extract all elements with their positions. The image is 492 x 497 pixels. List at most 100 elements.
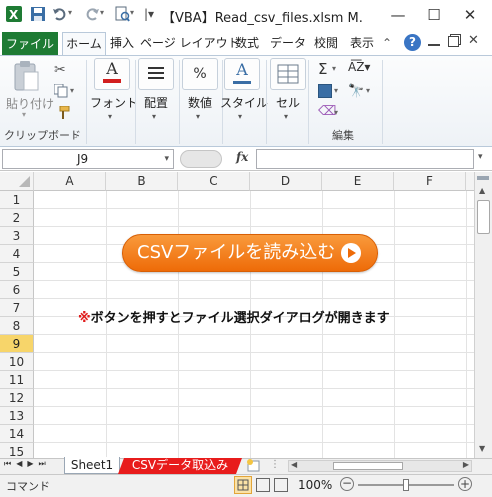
row-header[interactable]: 10 [0, 353, 34, 371]
scroll-right-icon[interactable]: ▶ [463, 460, 469, 469]
number-format-button[interactable]: % [182, 58, 218, 90]
expand-formula-bar-icon[interactable]: ▾ [478, 152, 483, 162]
formula-input[interactable] [256, 149, 474, 169]
row-header[interactable]: 1 [0, 191, 34, 209]
h-scroll-thumb[interactable] [333, 462, 403, 470]
font-button[interactable]: A [94, 58, 130, 90]
number-label[interactable]: 数値 [180, 94, 220, 111]
zoom-in-icon[interactable]: + [458, 477, 472, 491]
close-button[interactable]: ✕ [452, 2, 488, 28]
row-header[interactable]: 2 [0, 209, 34, 227]
scroll-left-icon[interactable]: ◀ [291, 460, 297, 469]
minimize-button[interactable]: — [380, 2, 416, 28]
scroll-thumb[interactable] [477, 200, 490, 234]
column-header[interactable]: D [250, 172, 322, 191]
find-select-icon[interactable]: 🔭 [348, 84, 364, 99]
tab-file[interactable]: ファイル [2, 32, 58, 56]
clipboard-launcher-icon[interactable]: ⌟ [74, 130, 78, 139]
row-header[interactable]: 8 [0, 317, 34, 335]
alignment-dropdown-icon[interactable]: ▾ [152, 112, 156, 121]
row-header[interactable]: 12 [0, 389, 34, 407]
select-all-corner[interactable] [0, 172, 34, 191]
tab-view[interactable]: 表示 [348, 32, 376, 56]
autosum-icon[interactable]: Σ [318, 60, 327, 78]
cut-icon[interactable]: ✂ [54, 62, 66, 78]
zoom-slider-thumb[interactable] [403, 479, 409, 491]
maximize-button[interactable]: ☐ [416, 2, 452, 28]
scroll-down-icon[interactable]: ▼ [479, 444, 485, 453]
tab-review[interactable]: 校閲 [312, 32, 340, 56]
undo-dropdown-icon[interactable]: ▾ [68, 8, 72, 17]
insert-sheet-icon[interactable] [246, 459, 262, 472]
tab-insert[interactable]: 挿入 [108, 32, 136, 56]
customize-qat-icon[interactable]: |▾ [144, 7, 154, 21]
formula-splitter-handle[interactable] [180, 150, 222, 168]
collapse-ribbon-icon[interactable]: ⌃ [382, 36, 392, 50]
column-header[interactable]: C [178, 172, 250, 191]
sheet-tab-csv-data[interactable]: CSVデータ取込み [118, 458, 242, 474]
zoom-level[interactable]: 100% [298, 478, 332, 492]
page-layout-view-icon[interactable] [256, 478, 270, 492]
cells-button[interactable] [270, 58, 306, 90]
row-header[interactable]: 9 [0, 335, 34, 353]
sort-filter-icon[interactable]: A͞Z▾ [348, 60, 370, 74]
fill-icon[interactable] [318, 84, 332, 98]
copy-dropdown-icon[interactable]: ▾ [70, 86, 74, 95]
row-header[interactable]: 7 [0, 299, 34, 317]
preview-dropdown-icon[interactable]: ▾ [130, 8, 134, 17]
row-header[interactable]: 3 [0, 227, 34, 245]
styles-button[interactable]: A [224, 58, 260, 90]
fill-dropdown-icon[interactable]: ▾ [334, 86, 338, 95]
insert-function-icon[interactable]: fx [236, 150, 248, 164]
csv-import-button[interactable]: CSVファイルを読み込む [122, 234, 378, 272]
styles-label[interactable]: スタイル [220, 94, 268, 111]
horizontal-scrollbar[interactable]: ◀ ▶ [288, 460, 472, 472]
column-header[interactable]: A [34, 172, 106, 191]
redo-dropdown-icon[interactable]: ▾ [100, 8, 104, 17]
tab-data[interactable]: データ [270, 32, 306, 56]
clear-dropdown-icon[interactable]: ▾ [334, 108, 338, 117]
vertical-scrollbar[interactable]: ▲ ▼ [474, 172, 492, 458]
help-icon[interactable]: ? [404, 34, 421, 51]
autosum-dropdown-icon[interactable]: ▾ [332, 64, 336, 73]
scroll-up-icon[interactable]: ▲ [479, 186, 485, 195]
column-header-partial[interactable] [466, 172, 474, 191]
save-icon[interactable] [30, 6, 46, 22]
alignment-label[interactable]: 配置 [136, 94, 176, 111]
workbook-minimize-icon[interactable] [428, 36, 440, 46]
row-header[interactable]: 4 [0, 245, 34, 263]
format-painter-icon[interactable] [54, 105, 70, 120]
font-label[interactable]: フォント [90, 94, 138, 111]
row-header[interactable]: 13 [0, 407, 34, 425]
print-preview-icon[interactable] [114, 6, 130, 22]
page-break-view-icon[interactable] [274, 478, 288, 492]
zoom-out-icon[interactable]: − [340, 477, 354, 491]
name-box-dropdown-icon[interactable]: ▾ [164, 150, 169, 168]
split-box[interactable] [477, 176, 489, 180]
tab-page-layout[interactable]: ページ レイアウト [140, 32, 240, 56]
find-dropdown-icon[interactable]: ▾ [366, 86, 370, 95]
column-header[interactable]: E [322, 172, 394, 191]
row-header[interactable]: 11 [0, 371, 34, 389]
paste-label[interactable]: 貼り付け [6, 95, 54, 112]
paste-icon[interactable] [12, 60, 40, 92]
font-dropdown-icon[interactable]: ▾ [108, 112, 112, 121]
row-header[interactable]: 5 [0, 263, 34, 281]
undo-icon[interactable] [52, 6, 68, 22]
cells-label[interactable]: セル [268, 94, 308, 111]
styles-dropdown-icon[interactable]: ▾ [238, 112, 242, 121]
row-header[interactable]: 14 [0, 425, 34, 443]
number-dropdown-icon[interactable]: ▾ [196, 112, 200, 121]
row-header[interactable]: 15 [0, 443, 34, 458]
redo-icon[interactable] [84, 6, 100, 22]
alignment-button[interactable] [138, 58, 174, 90]
sheet-tab-sheet1[interactable]: Sheet1 [64, 457, 120, 474]
tab-formulas[interactable]: 数式 [232, 32, 262, 56]
copy-icon[interactable] [53, 83, 68, 98]
sheet-nav-arrows-icon[interactable]: ⏮◀▶⏭ [4, 459, 51, 469]
column-header[interactable]: B [106, 172, 178, 191]
workbook-close-icon[interactable]: ✕ [468, 33, 479, 48]
column-header[interactable]: F [394, 172, 466, 191]
workbook-restore-icon[interactable] [448, 36, 459, 47]
paste-dropdown-icon[interactable]: ▾ [22, 110, 26, 119]
